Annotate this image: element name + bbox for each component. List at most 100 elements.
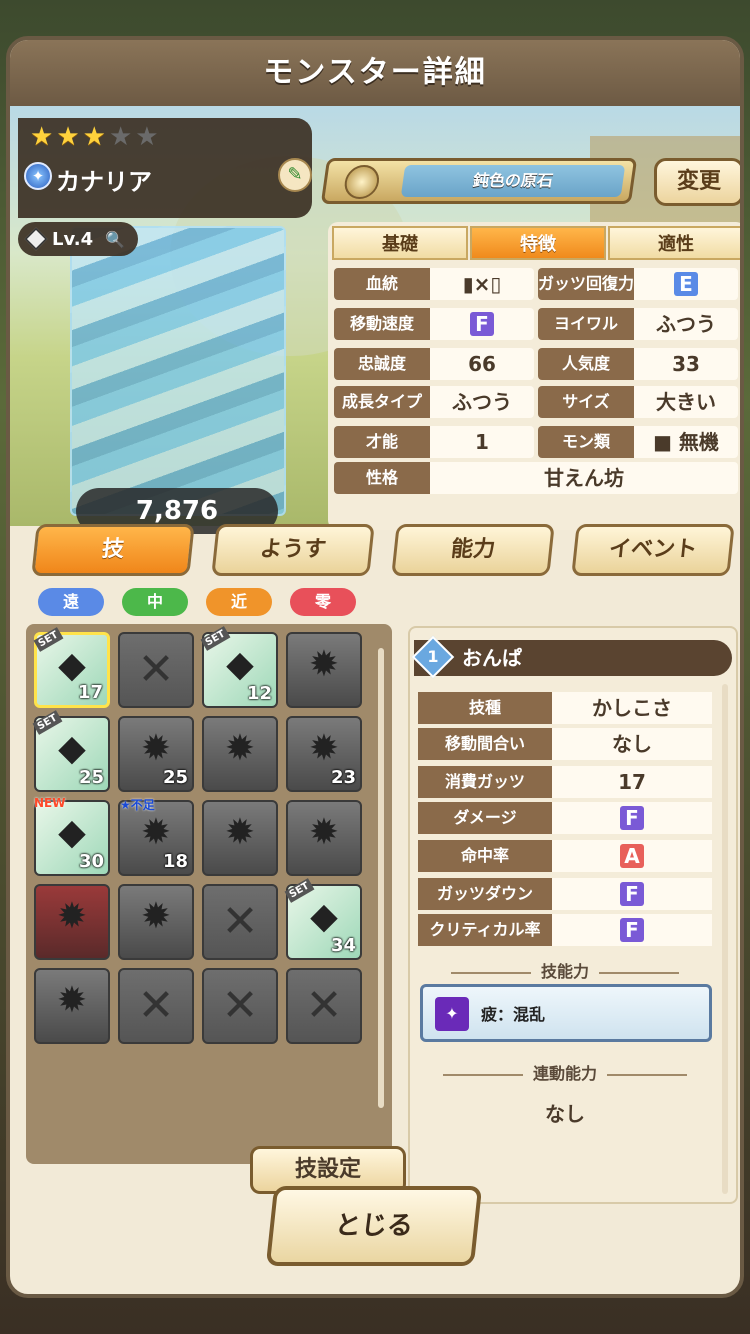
star-icon: ★ — [30, 122, 54, 152]
tab-aptitude[interactable]: 適性 — [608, 226, 740, 260]
detail-key: 移動間合い — [418, 728, 552, 760]
blood-separator: × — [473, 272, 491, 296]
skill-icon: ◆ — [58, 728, 86, 769]
skill-icon: ✹ — [56, 980, 88, 1021]
attr-talent: 才能 1 — [334, 426, 534, 458]
skill-icon: ✹ — [56, 896, 88, 937]
skill-detail: 1 おんぱ 技種 かしこさ 移動間合い なし 消費ガッツ 17 ダメージ F 命… — [408, 626, 738, 1204]
tab-abilities[interactable]: 能力 — [391, 524, 555, 576]
attr-value: 1 — [430, 426, 534, 458]
grade-badge: F — [620, 882, 644, 906]
empty-skill-slot[interactable] — [118, 968, 194, 1044]
skill-slot[interactable]: ✹ ★不足 18 — [118, 798, 194, 876]
mon-type-text: 無機 — [678, 430, 719, 454]
blood-icon: ▮ — [462, 272, 474, 296]
skill-slot[interactable]: ◆ NEW 30 — [34, 796, 110, 876]
ability-title-text: 技能力 — [540, 962, 589, 981]
filter-zero[interactable]: 零 — [290, 588, 356, 616]
attr-key: 成長タイプ — [334, 386, 430, 418]
attr-key: ヨイワル — [538, 308, 634, 340]
skill-slot[interactable]: ✹ 23 — [286, 716, 362, 792]
skill-icon: ✹ — [224, 812, 256, 853]
skill-number-badge: 1 — [411, 635, 455, 679]
skill-icon: ✹ — [140, 812, 172, 853]
skill-slot[interactable]: ✹ — [202, 716, 278, 792]
skill-level: 17 — [77, 682, 103, 703]
info-tabs: 基礎 特徴 適性 — [332, 226, 740, 260]
skill-name: おんぱ — [462, 646, 522, 670]
skill-slot[interactable]: ◆ SET 34 — [284, 878, 362, 960]
skill-number: 1 — [427, 647, 439, 666]
attr-mon-type: モン類 ■ 無機 — [538, 426, 738, 458]
skill-slot[interactable]: ✹ — [34, 968, 110, 1044]
filter-mid[interactable]: 中 — [122, 588, 188, 616]
empty-skill-slot[interactable] — [202, 884, 278, 960]
attr-guts-recovery: ガッツ回復力 E — [538, 268, 738, 300]
skill-icon: ◆ — [58, 645, 86, 686]
skill-slot[interactable]: ◆ SET 17 — [33, 627, 110, 708]
skill-grid: ◆SET17◆SET12✹◆SET25✹25✹✹23◆NEW30✹★不足18✹✹… — [32, 626, 362, 1044]
skill-detail-scrollbar[interactable] — [722, 684, 728, 1194]
empty-skill-slot[interactable] — [202, 968, 278, 1044]
skill-slot[interactable]: ✹ — [34, 884, 110, 960]
star-icon: ★ — [56, 122, 80, 152]
star-icon: ★ — [82, 122, 106, 152]
filter-near[interactable]: 近 — [206, 588, 272, 616]
range-filters: 遠 中 近 零 — [38, 588, 356, 616]
skill-icon: ◆ — [58, 812, 86, 853]
skill-slot[interactable]: ✹ — [118, 884, 194, 960]
detail-row: 命中率 A — [418, 840, 712, 872]
detail-value: かしこさ — [552, 692, 712, 724]
attr-growth: 成長タイプ ふつう — [334, 386, 534, 418]
skill-slot[interactable]: ✹ 25 — [118, 716, 194, 792]
filter-far[interactable]: 遠 — [38, 588, 104, 616]
skill-level: 18 — [162, 851, 188, 872]
close-button[interactable]: とじる — [265, 1186, 483, 1266]
confusion-icon: ✦ — [435, 997, 469, 1031]
empty-skill-slot[interactable] — [286, 968, 362, 1044]
tab-status[interactable]: ようす — [211, 524, 375, 576]
attr-value: 大きい — [634, 386, 738, 418]
skill-slot[interactable]: ◆ SET 25 — [32, 710, 110, 792]
attr-loyalty: 忠誠度 66 — [334, 348, 534, 380]
skill-slot[interactable]: ◆ SET 12 — [200, 626, 278, 708]
attr-key: 人気度 — [538, 348, 634, 380]
skill-slot[interactable]: ✹ — [286, 800, 362, 876]
tab-events[interactable]: イベント — [571, 524, 735, 576]
skill-list-scrollbar[interactable] — [378, 648, 384, 1108]
ability-card[interactable]: ✦ 疲：混乱 — [420, 984, 712, 1042]
attr-move-speed: 移動速度 F — [334, 308, 534, 340]
detail-value: F — [552, 878, 712, 910]
attr-key: ガッツ回復力 — [538, 268, 634, 300]
attr-yoiwaru: ヨイワル ふつう — [538, 308, 738, 340]
skill-icon: ◆ — [310, 896, 338, 937]
detail-key: 技種 — [418, 692, 552, 724]
detail-key: 命中率 — [418, 840, 552, 872]
attr-size: サイズ 大きい — [538, 386, 738, 418]
grade-badge: F — [470, 312, 494, 336]
tab-traits[interactable]: 特徴 — [470, 226, 606, 260]
change-stone-button[interactable]: 変更 — [654, 158, 740, 206]
edit-name-button[interactable]: ✎ — [278, 158, 312, 192]
level-badge[interactable]: Lv.4 🔍 — [18, 222, 138, 256]
skill-new-tag: NEW — [34, 796, 66, 810]
skill-slot[interactable]: ✹ — [286, 632, 362, 708]
attr-key: 才能 — [334, 426, 430, 458]
skill-list: ◆SET17◆SET12✹◆SET25✹25✹✹23◆NEW30✹★不足18✹✹… — [26, 624, 406, 1194]
skill-icon: ✹ — [140, 728, 172, 769]
tab-skills[interactable]: 技 — [31, 524, 195, 576]
detail-key: ダメージ — [418, 802, 552, 834]
skill-level: 30 — [78, 851, 104, 872]
monster-name: カナリア — [56, 168, 152, 196]
rarity-stars: ★ ★ ★ ★ ★ — [30, 124, 159, 150]
tab-basic[interactable]: 基礎 — [332, 226, 468, 260]
skill-icon: ✹ — [224, 728, 256, 769]
skill-slot[interactable]: ✹ — [202, 800, 278, 876]
attr-value: ■ 無機 — [634, 426, 738, 458]
attr-key: サイズ — [538, 386, 634, 418]
info-box: 基礎 特徴 適性 血統 ▮×▯ ガッツ回復力 E 移動速度 F ヨイワル ふつう… — [328, 222, 740, 530]
attr-value: F — [430, 308, 534, 340]
star-icon: ★ — [108, 122, 133, 152]
monster-image — [70, 226, 286, 516]
empty-skill-slot[interactable] — [118, 632, 194, 708]
